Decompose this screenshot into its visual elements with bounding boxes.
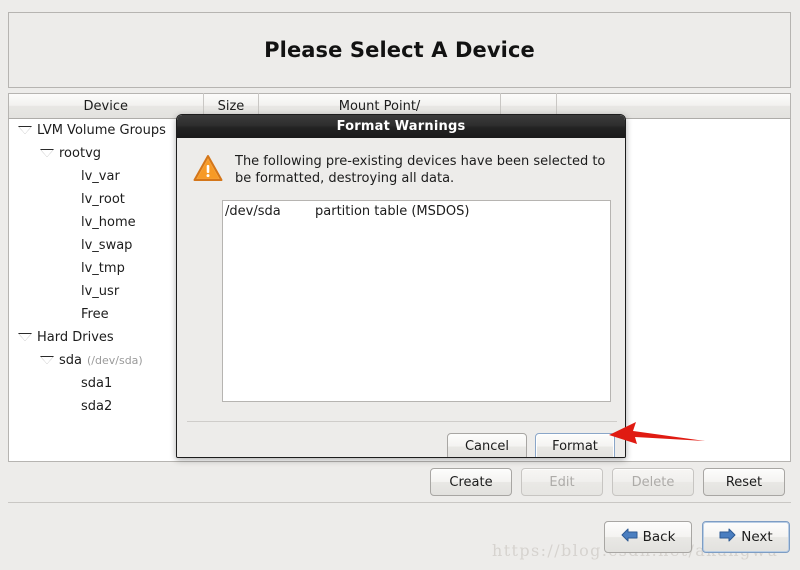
next-button[interactable]: Next bbox=[702, 521, 790, 553]
chevron-down-icon[interactable] bbox=[40, 147, 54, 160]
tree-item-label: lv_root bbox=[81, 192, 125, 207]
tree-item-label: lv_var bbox=[81, 169, 120, 184]
action-button-row: Create Edit Delete Reset bbox=[430, 468, 790, 496]
edit-button: Edit bbox=[521, 468, 603, 496]
bottom-separator bbox=[8, 502, 791, 503]
dialog-separator bbox=[187, 421, 617, 422]
tree-item-sublabel: (/dev/sda) bbox=[87, 354, 143, 367]
tree-item-label: Hard Drives bbox=[37, 330, 114, 345]
create-button[interactable]: Create bbox=[430, 468, 512, 496]
tree-item-label: lv_tmp bbox=[81, 261, 125, 276]
arrow-right-icon bbox=[719, 528, 736, 546]
tree-item-label: lv_usr bbox=[81, 284, 120, 299]
back-button-label: Back bbox=[642, 529, 676, 545]
tree-item-label: Free bbox=[81, 307, 109, 322]
dialog-titlebar[interactable]: Format Warnings bbox=[177, 115, 625, 138]
tree-item-label: lv_swap bbox=[81, 238, 133, 253]
dialog-button-row: Cancel Format bbox=[447, 433, 615, 457]
dialog-body: The following pre-existing devices have … bbox=[177, 138, 625, 457]
tree-item-label: LVM Volume Groups bbox=[37, 123, 166, 138]
format-list-row[interactable]: /dev/sda partition table (MSDOS) bbox=[223, 201, 610, 219]
navigation-button-row: Back Next bbox=[604, 521, 794, 553]
column-header-device[interactable]: Device bbox=[9, 93, 204, 119]
dialog-title: Format Warnings bbox=[336, 119, 466, 134]
tree-item-label: sda bbox=[59, 353, 82, 368]
reset-button[interactable]: Reset bbox=[703, 468, 785, 496]
header-panel: Please Select A Device bbox=[8, 12, 791, 88]
tree-item-label: sda1 bbox=[81, 376, 113, 391]
format-list-device: /dev/sda bbox=[225, 204, 281, 219]
format-warnings-dialog: Format Warnings The following pre-existi… bbox=[176, 114, 626, 458]
cancel-button[interactable]: Cancel bbox=[447, 433, 527, 457]
tree-item-label: sda2 bbox=[81, 399, 113, 414]
format-button[interactable]: Format bbox=[535, 433, 615, 457]
tree-item-label: rootvg bbox=[59, 146, 102, 161]
warning-triangle-icon bbox=[193, 154, 223, 182]
format-list-description: partition table (MSDOS) bbox=[315, 204, 470, 219]
chevron-down-icon[interactable] bbox=[18, 124, 32, 137]
chevron-down-icon[interactable] bbox=[40, 354, 54, 367]
page-title: Please Select A Device bbox=[264, 38, 535, 62]
dialog-warning-block: The following pre-existing devices have … bbox=[193, 153, 611, 187]
chevron-down-icon[interactable] bbox=[18, 331, 32, 344]
next-button-label: Next bbox=[741, 529, 773, 545]
dialog-message: The following pre-existing devices have … bbox=[235, 154, 606, 186]
back-button[interactable]: Back bbox=[604, 521, 692, 553]
delete-button: Delete bbox=[612, 468, 694, 496]
device-format-list[interactable]: /dev/sda partition table (MSDOS) bbox=[222, 200, 611, 402]
arrow-left-icon bbox=[621, 528, 638, 546]
tree-item-label: lv_home bbox=[81, 215, 136, 230]
